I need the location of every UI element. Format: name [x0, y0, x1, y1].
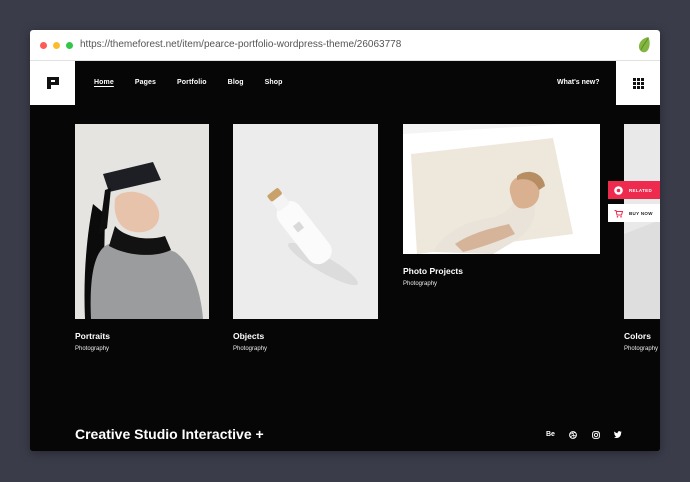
close-window-dot[interactable] [40, 42, 47, 49]
behance-link[interactable]: Be [546, 431, 555, 438]
nav-pages[interactable]: Pages [135, 79, 156, 86]
instagram-icon[interactable] [592, 431, 600, 441]
photo-projects-image[interactable] [403, 124, 600, 254]
footer-title: Creative Studio Interactive + [75, 426, 264, 442]
card-category[interactable]: Photography [75, 346, 109, 352]
portraits-image[interactable] [75, 124, 209, 319]
card-title[interactable]: Colors [624, 331, 651, 341]
cart-icon [614, 209, 623, 218]
nav-blog[interactable]: Blog [228, 79, 244, 86]
card-title[interactable]: Photo Projects [403, 266, 463, 276]
nav-home[interactable]: Home [94, 79, 114, 86]
maximize-window-dot[interactable] [66, 42, 73, 49]
address-bar: https://themeforest.net/item/pearce-port… [30, 30, 660, 61]
dribbble-icon[interactable] [569, 431, 577, 441]
twitter-icon[interactable] [614, 431, 622, 440]
website-viewport: Home Pages Portfolio Blog Shop What's ne… [30, 61, 660, 451]
card-title[interactable]: Portraits [75, 331, 110, 341]
logo-icon [46, 77, 59, 89]
card-category[interactable]: Photography [403, 281, 437, 287]
buy-now-button[interactable]: BUY NOW [608, 204, 660, 222]
card-title[interactable]: Objects [233, 331, 264, 341]
related-label: RELATED [629, 187, 653, 193]
card-category[interactable]: Photography [233, 346, 267, 352]
nav-portfolio[interactable]: Portfolio [177, 79, 207, 86]
menu-grid-button[interactable] [616, 61, 660, 105]
site-logo[interactable] [30, 61, 75, 105]
buy-now-label: BUY NOW [629, 210, 653, 216]
browser-window: https://themeforest.net/item/pearce-port… [30, 30, 660, 451]
whats-new-link[interactable]: What's new? [557, 79, 600, 86]
related-icon [614, 185, 623, 195]
related-button[interactable]: RELATED [608, 181, 660, 199]
objects-image[interactable] [233, 124, 378, 319]
nav-shop[interactable]: Shop [265, 79, 283, 86]
grid-icon [632, 77, 644, 89]
envato-leaf-icon[interactable] [637, 36, 651, 54]
main-nav: Home Pages Portfolio Blog Shop [94, 79, 304, 86]
url-text[interactable]: https://themeforest.net/item/pearce-port… [80, 39, 401, 50]
minimize-window-dot[interactable] [53, 42, 60, 49]
card-category[interactable]: Photography [624, 346, 658, 352]
